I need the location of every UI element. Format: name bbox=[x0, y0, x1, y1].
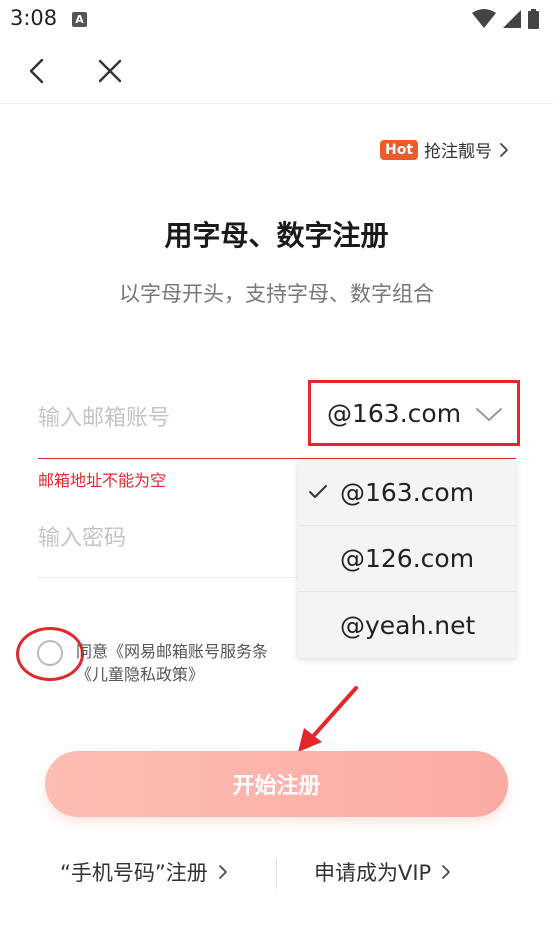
agreement-line-1[interactable]: 同意《网易邮箱账号服务条 bbox=[76, 640, 298, 663]
email-input[interactable] bbox=[38, 400, 288, 436]
hot-number-link[interactable]: Hot 抢注靓号 bbox=[380, 137, 510, 162]
phone-register-link[interactable]: “手机号码”注册 bbox=[60, 857, 228, 887]
nav-bar bbox=[0, 40, 553, 104]
password-underline bbox=[38, 577, 298, 578]
email-error-message: 邮箱地址不能为空 bbox=[38, 471, 167, 490]
start-register-button[interactable]: 开始注册 bbox=[45, 751, 508, 817]
red-arrow-annotation bbox=[298, 686, 358, 752]
chevron-right-icon bbox=[442, 865, 451, 879]
domain-option-label: @yeah.net bbox=[340, 610, 476, 640]
close-icon[interactable] bbox=[95, 56, 125, 86]
vip-apply-link[interactable]: 申请成为VIP bbox=[314, 857, 451, 887]
highlight-circle-annotation bbox=[16, 627, 84, 681]
page-subtitle: 以字母开头，支持字母、数字组合 bbox=[119, 282, 434, 306]
chevron-right-icon bbox=[500, 142, 508, 157]
page-title: 用字母、数字注册 bbox=[164, 219, 389, 252]
agreement-line-2[interactable]: 《儿童隐私政策》 bbox=[76, 663, 298, 686]
status-bar: 3:08 A bbox=[0, 0, 553, 40]
signal-icon bbox=[503, 10, 521, 28]
bottom-links: “手机号码”注册 申请成为VIP bbox=[0, 857, 553, 891]
domain-option-label: @163.com bbox=[340, 478, 475, 507]
email-underline bbox=[38, 458, 516, 459]
check-icon bbox=[309, 485, 327, 498]
domain-option-yeah[interactable]: @yeah.net bbox=[298, 592, 516, 658]
link-divider bbox=[276, 859, 277, 889]
agreement-text: 同意《网易邮箱账号服务条 《儿童隐私政策》 bbox=[76, 640, 298, 686]
chevron-right-icon bbox=[218, 865, 227, 879]
phone-register-label: “手机号码”注册 bbox=[60, 861, 208, 885]
status-time: 3:08 bbox=[10, 6, 58, 30]
hot-link-label: 抢注靓号 bbox=[424, 142, 493, 162]
domain-selected-value: @163.com bbox=[327, 398, 462, 428]
domain-option-label: @126.com bbox=[340, 544, 475, 573]
battery-icon bbox=[528, 9, 539, 29]
password-input[interactable] bbox=[38, 520, 288, 556]
email-domain-select[interactable]: @163.com bbox=[308, 380, 520, 446]
app-notification-icon: A bbox=[72, 12, 87, 27]
domain-option-163[interactable]: @163.com bbox=[298, 460, 516, 526]
domain-dropdown: @163.com @126.com @yeah.net bbox=[298, 460, 516, 658]
hot-badge: Hot bbox=[380, 139, 419, 160]
vip-apply-label: 申请成为VIP bbox=[314, 861, 432, 885]
status-icons bbox=[472, 9, 539, 29]
chevron-down-icon bbox=[476, 408, 502, 421]
domain-option-126[interactable]: @126.com bbox=[298, 526, 516, 592]
wifi-icon bbox=[472, 9, 496, 28]
chevron-left-icon[interactable] bbox=[22, 56, 52, 86]
